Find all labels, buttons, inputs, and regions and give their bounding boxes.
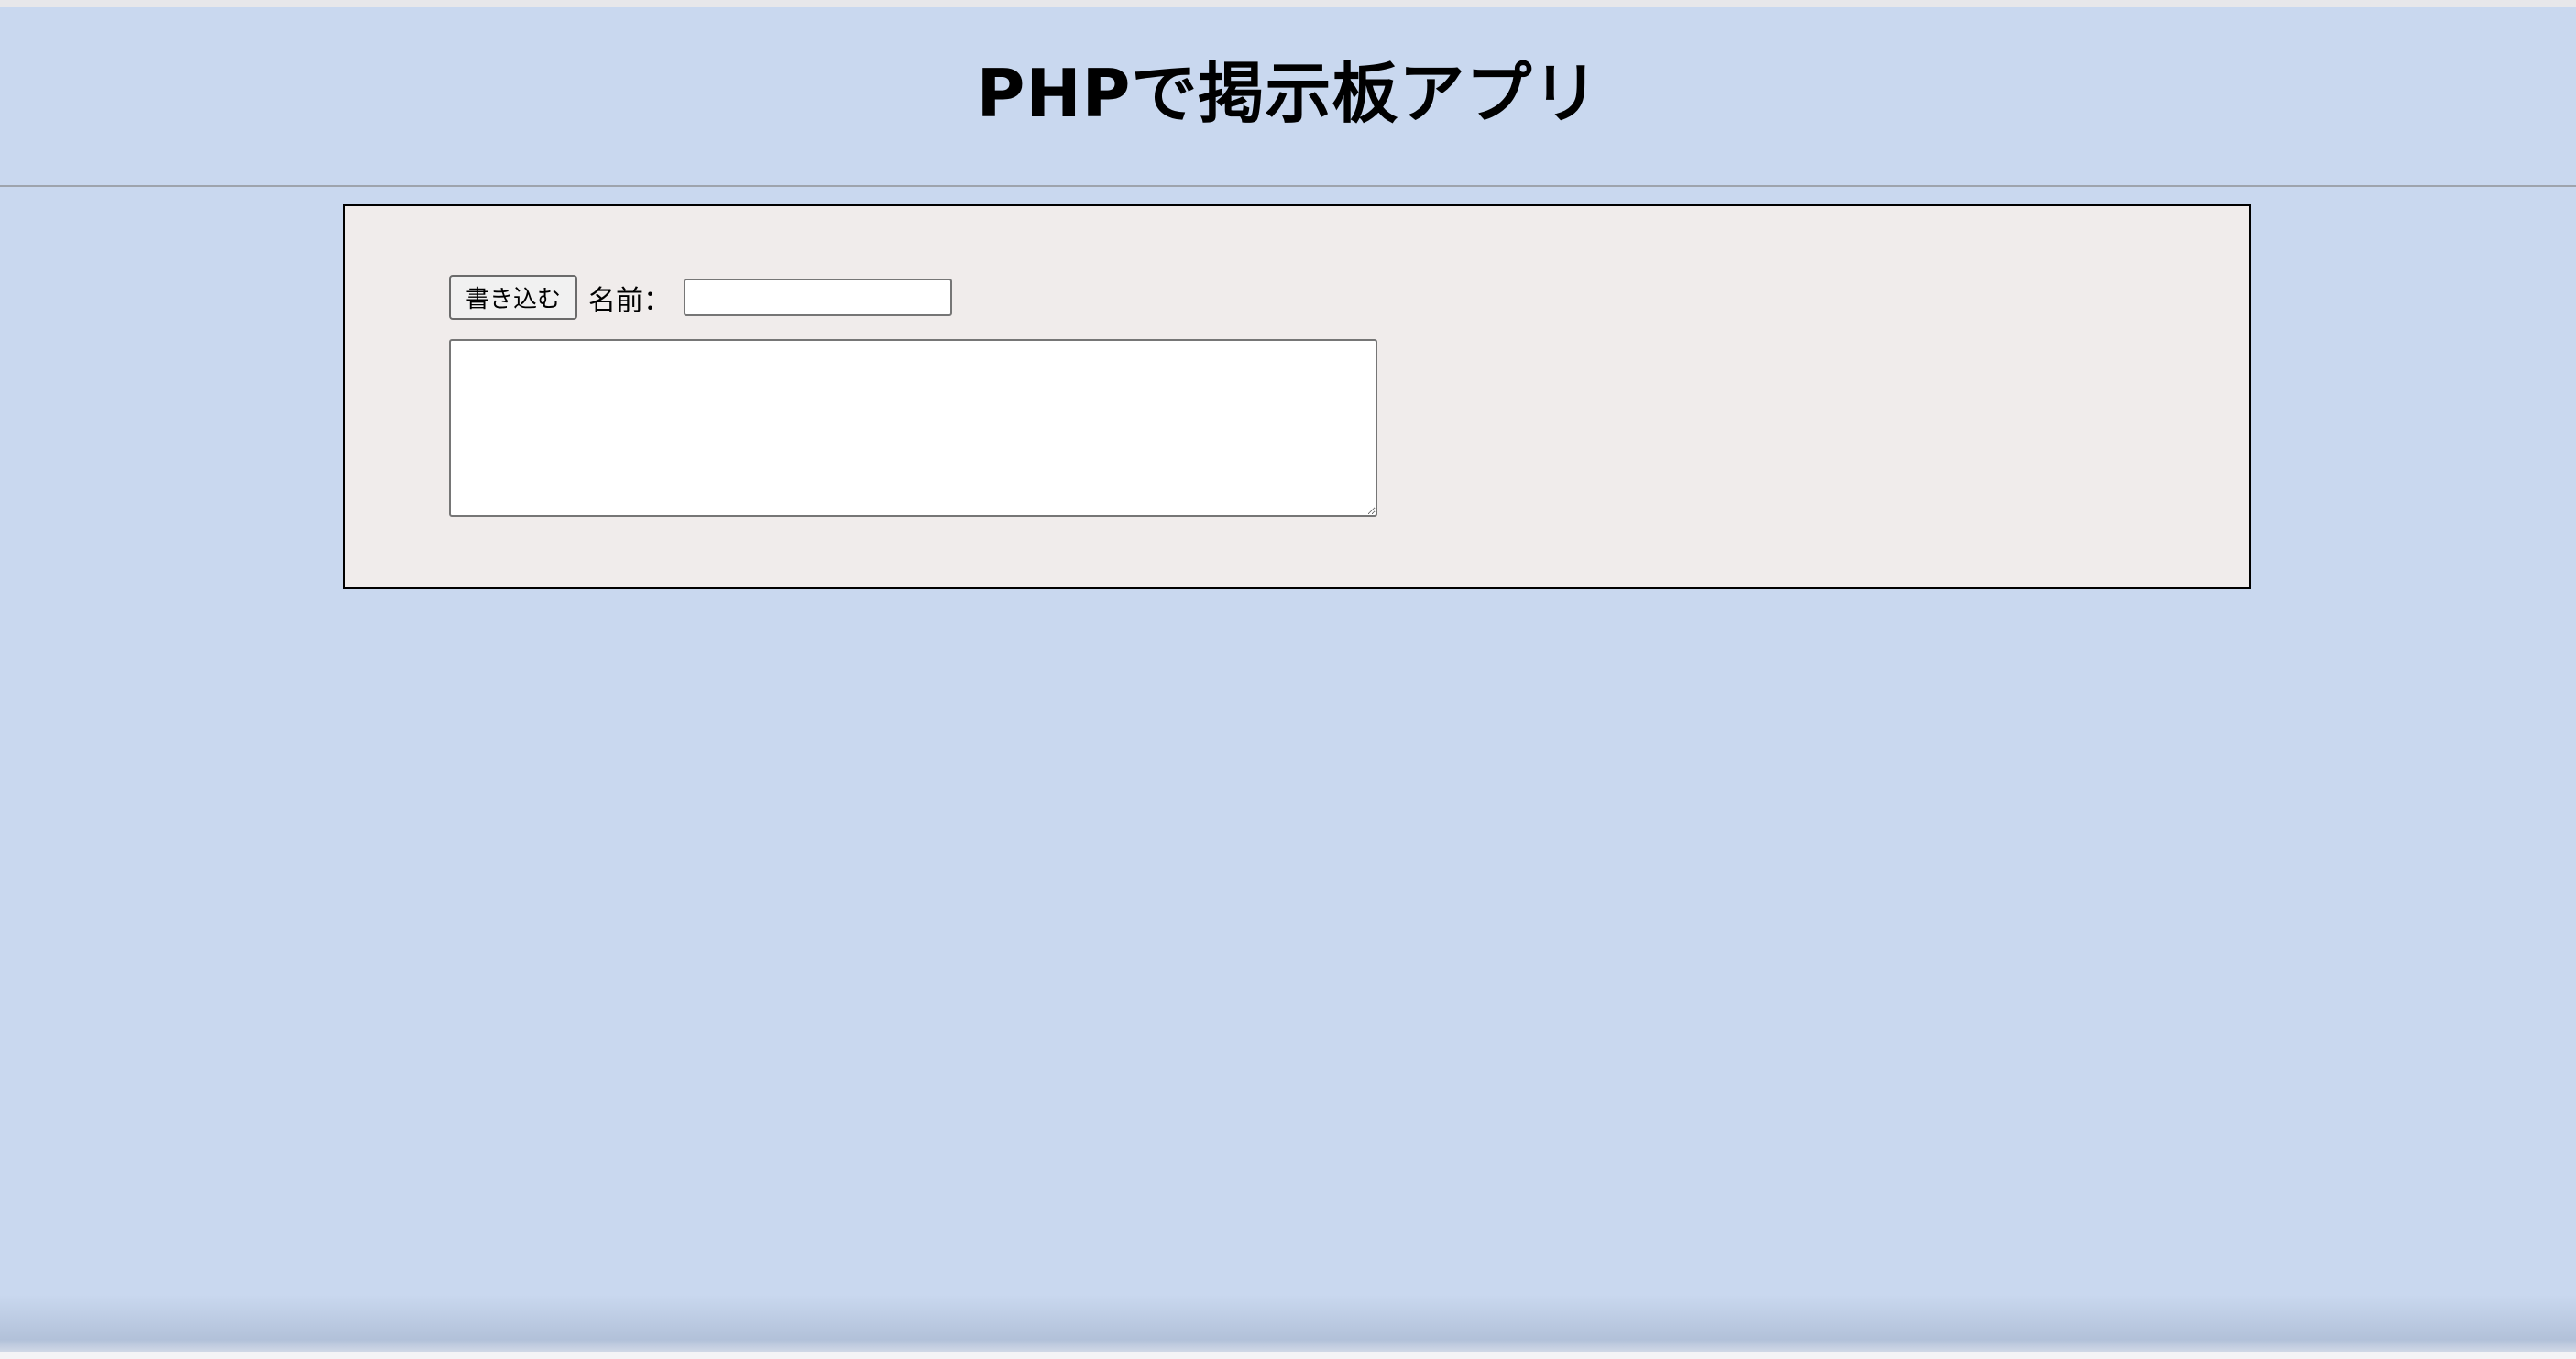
post-form: 書き込む 名前： bbox=[343, 204, 2251, 589]
submit-button[interactable]: 書き込む bbox=[449, 275, 577, 320]
name-input[interactable] bbox=[684, 279, 952, 316]
browser-top-edge bbox=[0, 0, 2576, 7]
form-top-row: 書き込む 名前： bbox=[449, 275, 952, 320]
bottom-edge bbox=[0, 1352, 2576, 1359]
page-title: PHPで掲示板アプリ bbox=[976, 55, 1600, 132]
header-divider bbox=[0, 185, 2576, 187]
name-label: 名前： bbox=[588, 284, 671, 317]
page-header: PHPで掲示板アプリ bbox=[0, 7, 2576, 185]
bottom-shadow bbox=[0, 1295, 2576, 1359]
message-textarea[interactable] bbox=[449, 339, 1377, 517]
